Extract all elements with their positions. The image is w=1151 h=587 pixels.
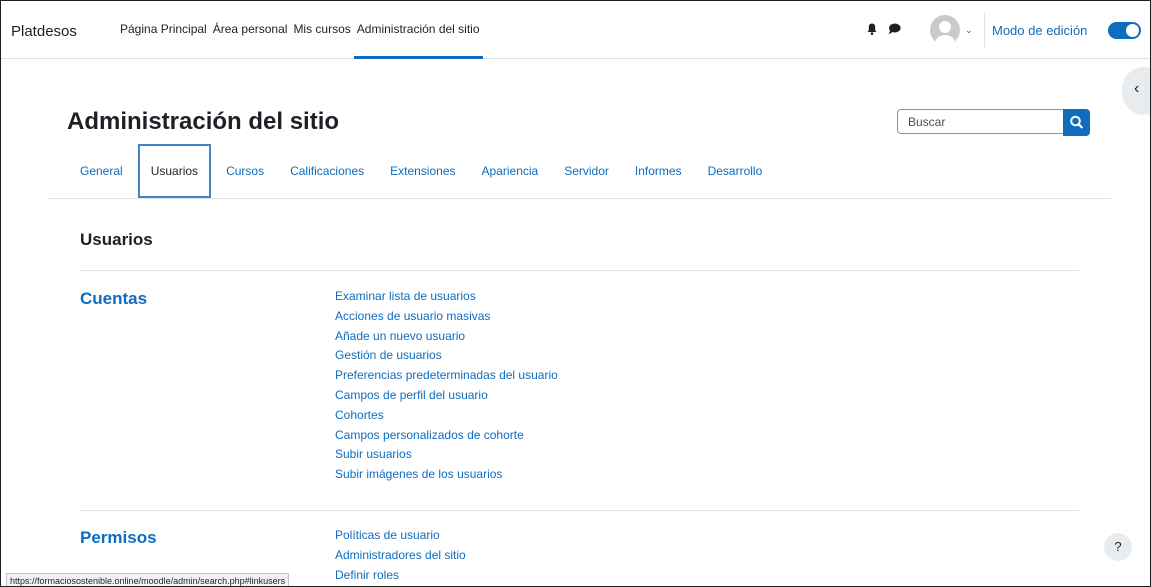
admin-link[interactable]: Administradores del sitio [335,546,466,566]
chevron-down-icon[interactable]: ⌄ [965,25,973,36]
page-title: Administración del sitio [67,108,340,135]
admin-link[interactable]: Añade un nuevo usuario [335,327,558,347]
browser-viewport: Platdesos Página Principal Área personal… [0,0,1151,587]
accounts-link-list: Examinar lista de usuarios Acciones de u… [335,287,558,485]
tab-plugins[interactable]: Extensiones [377,144,468,199]
admin-link[interactable]: Definir roles [335,566,466,586]
admin-link[interactable]: Políticas de usuario [335,526,466,546]
admin-link[interactable]: Campos de perfil del usuario [335,386,558,406]
tabs-divider [47,198,1111,199]
edit-mode-label: Modo de edición [992,23,1088,38]
admin-link[interactable]: Gestión de usuarios [335,346,558,366]
tab-server[interactable]: Servidor [551,144,622,199]
nav-item-site-admin[interactable]: Administración del sitio [353,1,483,59]
edit-mode-toggle[interactable] [1108,22,1141,39]
admin-link[interactable]: Subir usuarios [335,445,558,465]
tab-grades[interactable]: Calificaciones [277,144,377,199]
section-title: Usuarios [80,230,153,249]
site-brand[interactable]: Platdesos [11,23,77,40]
navbar-divider [984,13,985,47]
admin-link[interactable]: Cohortes [335,406,558,426]
chat-icon[interactable] [888,23,901,35]
tab-appearance[interactable]: Apariencia [469,144,552,199]
search-input[interactable] [897,109,1063,134]
tab-general[interactable]: General [67,144,136,199]
primary-navigation: Página Principal Área personal Mis curso… [117,1,483,59]
drawer-toggle-button[interactable]: ‹ [1122,67,1150,115]
nav-item-home[interactable]: Página Principal [117,1,210,58]
category-heading-permissions[interactable]: Permisos [80,528,157,548]
tab-development[interactable]: Desarrollo [695,144,776,199]
category-heading-accounts[interactable]: Cuentas [80,289,147,309]
user-silhouette-icon [935,21,955,45]
tab-courses[interactable]: Cursos [213,144,277,199]
admin-link[interactable]: Campos personalizados de cohorte [335,426,558,446]
chevron-left-icon: ‹ [1134,80,1140,97]
browser-status-url: https://formaciosostenible.online/moodle… [6,573,290,586]
user-avatar[interactable] [930,15,960,45]
nav-item-dashboard[interactable]: Área personal [210,1,291,58]
divider [80,270,1079,271]
tab-reports[interactable]: Informes [622,144,695,199]
admin-link[interactable]: Preferencias predeterminadas del usuario [335,366,558,386]
admin-tabs: General Usuarios Cursos Calificaciones E… [67,144,775,199]
tab-users[interactable]: Usuarios [137,144,212,199]
admin-link[interactable]: Acciones de usuario masivas [335,307,558,327]
permissions-link-list: Políticas de usuario Administradores del… [335,526,466,585]
bell-icon[interactable] [867,23,877,35]
admin-link[interactable]: Subir imágenes de los usuarios [335,465,558,485]
nav-item-my-courses[interactable]: Mis cursos [290,1,353,58]
top-navbar: Platdesos Página Principal Área personal… [1,1,1150,59]
help-button[interactable]: ? [1104,533,1132,561]
search-button[interactable] [1063,109,1090,136]
divider [80,510,1079,511]
admin-search [897,109,1090,136]
admin-link[interactable]: Examinar lista de usuarios [335,287,558,307]
toggle-knob [1126,24,1139,37]
search-icon [1070,115,1083,129]
